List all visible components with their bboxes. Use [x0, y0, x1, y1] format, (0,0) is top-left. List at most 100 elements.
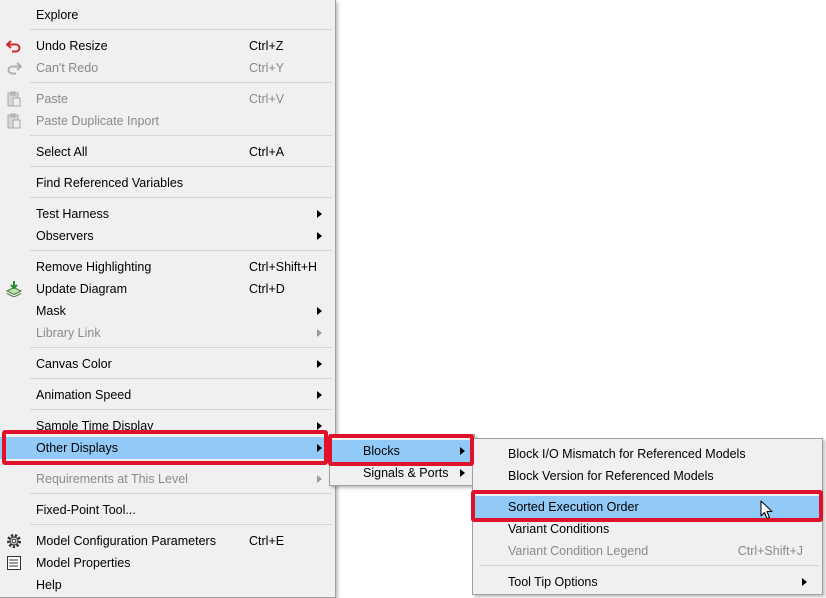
menu-item-mask[interactable]: Mask	[0, 300, 335, 322]
menu-item-shortcut: Ctrl+Y	[249, 61, 285, 75]
other-displays-submenu: Blocks Signals & Ports	[329, 434, 475, 486]
menu-separator	[30, 197, 332, 198]
menu-item-animation-speed[interactable]: Animation Speed	[0, 384, 335, 406]
menu-item-test-harness[interactable]: Test Harness	[0, 203, 335, 225]
menu-item-label: Canvas Color	[36, 357, 112, 371]
submenu-arrow-icon	[317, 307, 322, 315]
menu-item-label: Find Referenced Variables	[36, 176, 184, 190]
menu-item-block-version[interactable]: Block Version for Referenced Models	[473, 465, 822, 487]
menu-item-label: Test Harness	[36, 207, 109, 221]
menu-item-label: Block Version for Referenced Models	[508, 469, 714, 483]
menu-item-label: Sorted Execution Order	[508, 500, 639, 514]
menu-item-signals-ports[interactable]: Signals & Ports	[330, 462, 474, 484]
menu-item-label: Requirements at This Level	[36, 472, 188, 486]
submenu-arrow-icon	[317, 444, 322, 452]
menu-item-label: Fixed-Point Tool...	[36, 503, 136, 517]
menu-separator	[30, 250, 332, 251]
menu-item-shortcut: Ctrl+D	[249, 282, 285, 296]
menu-item-help[interactable]: Help	[0, 574, 335, 596]
menu-item-canvas-color[interactable]: Canvas Color	[0, 353, 335, 375]
menu-item-paste[interactable]: Paste Ctrl+V	[0, 88, 335, 110]
menu-item-shortcut: Ctrl+E	[249, 534, 285, 548]
properties-icon	[5, 555, 23, 571]
menu-item-other-displays[interactable]: Other Displays	[0, 437, 335, 459]
menu-item-undo-resize[interactable]: Undo Resize Ctrl+Z	[0, 35, 335, 57]
menu-item-label: Select All	[36, 145, 88, 159]
submenu-arrow-icon	[317, 475, 322, 483]
menu-item-tool-tip-options[interactable]: Tool Tip Options	[473, 571, 822, 593]
menu-item-blocks[interactable]: Blocks	[330, 440, 474, 462]
menu-item-label: Blocks	[363, 444, 400, 458]
paste-icon	[5, 113, 23, 129]
menu-item-cant-redo[interactable]: Can't Redo Ctrl+Y	[0, 57, 335, 79]
menu-item-block-io-mismatch[interactable]: Block I/O Mismatch for Referenced Models	[473, 443, 822, 465]
menu-separator	[30, 166, 332, 167]
menu-item-sample-time-display[interactable]: Sample Time Display	[0, 415, 335, 437]
menu-item-variant-condition-legend[interactable]: Variant Condition Legend Ctrl+Shift+J	[473, 540, 822, 562]
menu-separator	[30, 524, 332, 525]
menu-item-label: Model Properties	[36, 556, 131, 570]
submenu-arrow-icon	[317, 360, 322, 368]
menu-item-label: Signals & Ports	[363, 466, 449, 480]
menu-item-requirements-at-this-level[interactable]: Requirements at This Level	[0, 468, 335, 490]
submenu-arrow-icon	[460, 447, 465, 455]
menu-separator	[30, 409, 332, 410]
menu-item-fixed-point-tool[interactable]: Fixed-Point Tool...	[0, 499, 335, 521]
submenu-arrow-icon	[317, 391, 322, 399]
menu-separator	[30, 82, 332, 83]
menu-separator	[479, 490, 819, 491]
menu-item-label: Block I/O Mismatch for Referenced Models	[508, 447, 746, 461]
context-menu: Explore Undo Resize Ctrl+Z Can't Redo Ct…	[0, 0, 336, 598]
menu-item-label: Paste Duplicate Inport	[36, 114, 159, 128]
menu-item-variant-conditions[interactable]: Variant Conditions	[473, 518, 822, 540]
menu-item-select-all[interactable]: Select All Ctrl+A	[0, 141, 335, 163]
submenu-arrow-icon	[317, 329, 322, 337]
submenu-arrow-icon	[317, 210, 322, 218]
menu-item-shortcut: Ctrl+Shift+J	[737, 544, 803, 558]
menu-item-label: Tool Tip Options	[508, 575, 598, 589]
menu-item-label: Mask	[36, 304, 66, 318]
update-diagram-icon	[5, 281, 23, 298]
menu-separator	[30, 378, 332, 379]
menu-item-shortcut: Ctrl+Z	[249, 39, 284, 53]
undo-icon	[5, 38, 23, 54]
menu-item-label: Sample Time Display	[36, 419, 154, 433]
submenu-arrow-icon	[460, 469, 465, 477]
menu-item-label: Model Configuration Parameters	[36, 534, 216, 548]
menu-item-observers[interactable]: Observers	[0, 225, 335, 247]
menu-item-label: Remove Highlighting	[36, 260, 152, 274]
menu-item-find-referenced-variables[interactable]: Find Referenced Variables	[0, 172, 335, 194]
menu-item-label: Update Diagram	[36, 282, 128, 296]
menu-item-remove-highlighting[interactable]: Remove Highlighting Ctrl+Shift+H	[0, 256, 335, 278]
submenu-arrow-icon	[317, 422, 322, 430]
menu-item-label: Help	[36, 578, 62, 592]
menu-item-label: Variant Condition Legend	[508, 544, 649, 558]
menu-separator	[479, 565, 819, 566]
redo-icon	[5, 60, 23, 76]
menu-item-label: Animation Speed	[36, 388, 132, 402]
submenu-arrow-icon	[802, 578, 807, 586]
menu-item-update-diagram[interactable]: Update Diagram Ctrl+D	[0, 278, 335, 300]
gear-icon	[5, 533, 23, 549]
menu-item-label: Observers	[36, 229, 94, 243]
submenu-arrow-icon	[317, 232, 322, 240]
menu-separator	[30, 462, 332, 463]
menu-item-label: Explore	[36, 8, 79, 22]
menu-separator	[30, 347, 332, 348]
menu-item-label: Other Displays	[36, 441, 118, 455]
menu-item-model-configuration-parameters[interactable]: Model Configuration Parameters Ctrl+E	[0, 530, 335, 552]
paste-icon	[5, 91, 23, 107]
menu-separator	[30, 29, 332, 30]
menu-item-label: Library Link	[36, 326, 101, 340]
menu-item-model-properties[interactable]: Model Properties	[0, 552, 335, 574]
menu-separator	[30, 135, 332, 136]
menu-item-label: Paste	[36, 92, 68, 106]
menu-item-paste-duplicate-inport[interactable]: Paste Duplicate Inport	[0, 110, 335, 132]
menu-item-label: Variant Conditions	[508, 522, 610, 536]
menu-item-shortcut: Ctrl+Shift+H	[249, 260, 318, 274]
menu-item-library-link[interactable]: Library Link	[0, 322, 335, 344]
menu-item-shortcut: Ctrl+A	[249, 145, 285, 159]
menu-item-explore[interactable]: Explore	[0, 4, 335, 26]
menu-item-label: Can't Redo	[36, 61, 99, 75]
mouse-cursor-icon	[760, 500, 774, 520]
